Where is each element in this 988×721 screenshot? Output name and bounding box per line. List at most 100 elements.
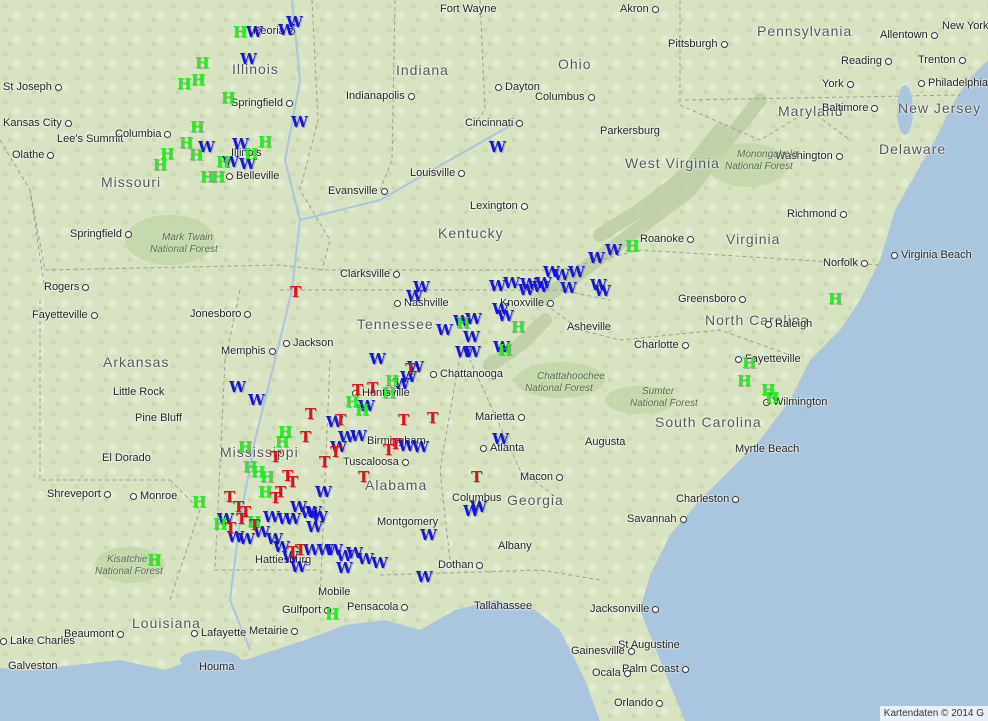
T-marker[interactable]: T	[270, 450, 281, 465]
T-marker[interactable]: T	[225, 521, 236, 536]
W-marker[interactable]: W	[605, 243, 622, 258]
T-marker[interactable]: T	[236, 512, 247, 527]
W-marker[interactable]: W	[489, 279, 506, 294]
city-label: Reading	[841, 56, 892, 67]
W-marker[interactable]: W	[568, 265, 585, 280]
H-marker[interactable]: H	[742, 356, 756, 371]
city-label: Fort Wayne	[440, 3, 497, 15]
T-marker[interactable]: T	[295, 543, 306, 558]
state-label: Tennessee	[357, 316, 434, 332]
W-marker[interactable]: W	[436, 323, 453, 338]
W-marker[interactable]: W	[464, 345, 481, 360]
city-label: Beaumont	[64, 629, 124, 640]
T-marker[interactable]: T	[287, 475, 298, 490]
W-marker[interactable]: W	[406, 289, 423, 304]
map-attribution[interactable]: Kartendaten © 2014 G	[879, 706, 988, 721]
city-label: Roanoke	[640, 234, 694, 245]
H-marker[interactable]: H	[221, 91, 235, 106]
state-label: Ohio	[558, 56, 592, 72]
T-marker[interactable]: T	[405, 362, 416, 377]
T-marker[interactable]: T	[330, 445, 341, 460]
H-marker[interactable]: H	[625, 239, 639, 254]
T-marker[interactable]: T	[427, 411, 438, 426]
H-marker[interactable]: H	[216, 155, 230, 170]
T-marker[interactable]: T	[270, 491, 281, 506]
T-marker[interactable]: T	[249, 518, 260, 533]
T-marker[interactable]: T	[300, 430, 311, 445]
forest-sub-label: National Forest	[525, 383, 593, 394]
H-marker[interactable]: H	[498, 343, 512, 358]
H-marker[interactable]: H	[828, 292, 842, 307]
H-marker[interactable]: H	[511, 320, 525, 335]
forest-sub-label: National Forest	[150, 244, 218, 255]
W-marker[interactable]: W	[420, 528, 437, 543]
forest-name-label: Mark Twain	[162, 232, 213, 243]
T-marker[interactable]: T	[471, 470, 482, 485]
H-marker[interactable]: H	[258, 135, 272, 150]
H-marker[interactable]: H	[191, 73, 205, 88]
state-label: West Virginia	[625, 155, 720, 171]
T-marker[interactable]: T	[398, 413, 409, 428]
W-marker[interactable]: W	[463, 504, 480, 519]
W-marker[interactable]: W	[306, 520, 323, 535]
W-marker[interactable]: W	[240, 52, 257, 67]
T-marker[interactable]: T	[352, 383, 363, 398]
W-marker[interactable]: W	[369, 352, 386, 367]
city-label: Richmond	[787, 209, 847, 220]
T-marker[interactable]: T	[290, 285, 301, 300]
W-marker[interactable]: W	[416, 570, 433, 585]
W-marker[interactable]: W	[291, 115, 308, 130]
H-marker[interactable]: H	[147, 553, 161, 568]
T-marker[interactable]: T	[319, 455, 330, 470]
W-marker[interactable]: W	[588, 251, 605, 266]
H-marker[interactable]: H	[382, 386, 396, 401]
city-label: Fayetteville	[32, 310, 98, 321]
H-marker[interactable]: H	[233, 25, 247, 40]
W-marker[interactable]: W	[336, 561, 353, 576]
H-marker[interactable]: H	[737, 374, 751, 389]
W-marker[interactable]: W	[248, 393, 265, 408]
city-label: Pittsburgh	[668, 39, 728, 50]
city-label: St Joseph	[3, 82, 62, 93]
H-marker[interactable]: H	[456, 316, 470, 331]
W-marker[interactable]: W	[246, 25, 263, 40]
T-marker[interactable]: T	[390, 437, 401, 452]
city-label: Pine Bluff	[135, 412, 182, 424]
W-marker[interactable]: W	[371, 556, 388, 571]
H-marker[interactable]: H	[238, 440, 252, 455]
W-marker[interactable]: W	[278, 23, 295, 38]
H-marker[interactable]: H	[190, 120, 204, 135]
city-label: Chattanooga	[430, 369, 503, 380]
city-label: Dayton	[495, 82, 540, 93]
W-marker[interactable]: W	[315, 485, 332, 500]
W-marker[interactable]: W	[412, 440, 429, 455]
W-marker[interactable]: W	[518, 283, 535, 298]
T-marker[interactable]: T	[358, 470, 369, 485]
W-marker[interactable]: W	[560, 281, 577, 296]
T-marker[interactable]: T	[367, 381, 378, 396]
H-marker[interactable]: H	[211, 170, 225, 185]
H-marker[interactable]: H	[195, 56, 209, 71]
W-marker[interactable]: W	[492, 432, 509, 447]
H-marker[interactable]: H	[153, 158, 167, 173]
H-marker[interactable]: H	[177, 77, 191, 92]
forest-name-label: Kisatchie	[107, 554, 148, 565]
T-marker[interactable]: T	[335, 413, 346, 428]
H-marker[interactable]: H	[192, 495, 206, 510]
city-label: Akron	[620, 4, 659, 15]
map-canvas[interactable]: Illinois Indiana Ohio Pennsylvania Missouri K…	[0, 0, 988, 721]
H-marker[interactable]: H	[325, 607, 339, 622]
city-label: Memphis	[221, 346, 276, 357]
W-marker[interactable]: W	[489, 140, 506, 155]
W-marker[interactable]: W	[594, 284, 611, 299]
H-marker[interactable]: H	[244, 147, 258, 162]
city-label: Charleston	[676, 494, 739, 505]
T-marker[interactable]: T	[305, 407, 316, 422]
W-marker[interactable]: W	[229, 380, 246, 395]
W-marker[interactable]: W	[290, 560, 307, 575]
state-label: Indiana	[396, 62, 449, 78]
H-marker[interactable]: H	[189, 148, 203, 163]
city-label: Asheville	[567, 321, 612, 333]
city-label: El Dorado	[102, 452, 151, 464]
H-marker[interactable]: H	[765, 391, 779, 406]
